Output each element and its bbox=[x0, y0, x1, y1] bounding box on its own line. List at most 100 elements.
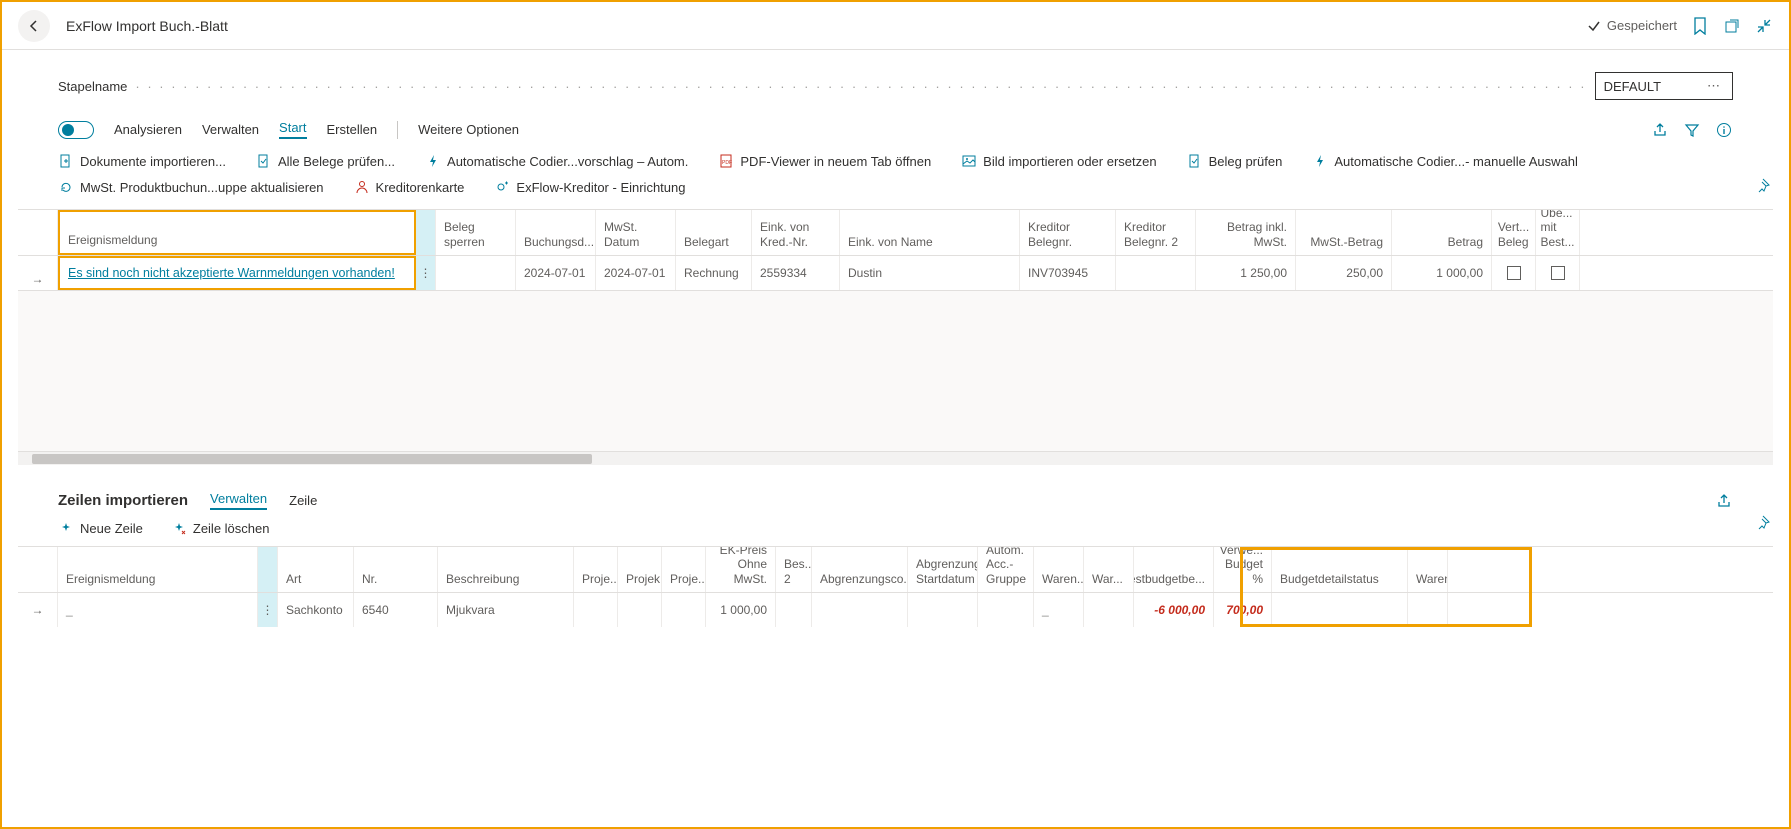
batch-value: DEFAULT bbox=[1604, 79, 1662, 94]
action-check-all[interactable]: Alle Belege prüfen... bbox=[256, 153, 395, 169]
row2-indicator-icon: → bbox=[32, 603, 44, 617]
col2-ek-preis[interactable]: EK-Preis Ohne MwSt. bbox=[706, 547, 776, 592]
col-beleg-sperren[interactable]: Beleg sperren bbox=[436, 210, 516, 255]
col-kreditor-belegnr[interactable]: Kreditor Belegnr. bbox=[1020, 210, 1116, 255]
svg-text:PDF: PDF bbox=[722, 160, 732, 166]
col-vert-beleg[interactable]: Vert... Beleg bbox=[1492, 210, 1536, 255]
cell-betrag-mwst[interactable]: 1 250,00 bbox=[1196, 256, 1296, 290]
pin-icon[interactable] bbox=[1757, 177, 1773, 193]
col2-autom-acc[interactable]: Autom. Acc.-Gruppe bbox=[978, 547, 1034, 592]
cell2-besch[interactable]: Mjukvara bbox=[438, 593, 574, 627]
cell2-restbudget: -6 000,00 bbox=[1154, 603, 1205, 617]
tab-create[interactable]: Erstellen bbox=[327, 122, 378, 137]
info-icon[interactable] bbox=[1715, 121, 1733, 139]
collapse-icon[interactable] bbox=[1755, 17, 1773, 35]
cell-belegart[interactable]: Rechnung bbox=[676, 256, 752, 290]
col-buchungsdatum[interactable]: Buchungsd... bbox=[516, 210, 596, 255]
event-warning-link[interactable]: Es sind noch nicht akzeptierte Warnmeldu… bbox=[68, 266, 395, 280]
tab-manage[interactable]: Verwalten bbox=[202, 122, 259, 137]
col2-projekt2[interactable]: Projek... bbox=[618, 547, 662, 592]
col2-waren3[interactable]: Waren... bbox=[1408, 547, 1448, 592]
col2-art[interactable]: Art bbox=[278, 547, 354, 592]
tab-start[interactable]: Start bbox=[279, 120, 306, 139]
col2-beschreibung[interactable]: Beschreibung bbox=[438, 547, 574, 592]
col2-waren2[interactable]: War... bbox=[1084, 547, 1134, 592]
col-betrag-inkl-mwst[interactable]: Betrag inkl. MwSt. bbox=[1196, 210, 1296, 255]
analyze-toggle[interactable] bbox=[58, 121, 94, 139]
section2-tab-manage[interactable]: Verwalten bbox=[210, 491, 267, 510]
col2-waren1[interactable]: Waren... bbox=[1034, 547, 1084, 592]
col2-abgrenzungscode[interactable]: Abgrenzungsco... bbox=[812, 547, 908, 592]
table2-row[interactable]: → _ ⋮ Sachkonto 6540 Mjukvara 1 000,00 _… bbox=[18, 593, 1773, 627]
col2-restbudget[interactable]: Restbudgetbe... bbox=[1134, 547, 1214, 592]
cell2-war1[interactable]: _ bbox=[1034, 593, 1084, 627]
batch-name-input[interactable]: DEFAULT ⋯ bbox=[1595, 72, 1733, 100]
action-import-documents[interactable]: Dokumente importieren... bbox=[58, 153, 226, 169]
action-auto-coding-manual[interactable]: Automatische Codier...- manuelle Auswahl bbox=[1312, 153, 1578, 169]
col2-projekt3[interactable]: Proje... bbox=[662, 547, 706, 592]
action-pdf-viewer[interactable]: PDF PDF-Viewer in neuem Tab öffnen bbox=[718, 153, 931, 169]
lightning-icon bbox=[425, 153, 441, 169]
col2-bes2[interactable]: Bes... 2 bbox=[776, 547, 812, 592]
action-vat-group[interactable]: MwSt. Produktbuchun...uppe aktualisieren bbox=[58, 179, 324, 195]
cell-kred-beleg[interactable]: INV703945 bbox=[1020, 256, 1116, 290]
action-check-document[interactable]: Beleg prüfen bbox=[1187, 153, 1283, 169]
col-eink-kred-nr[interactable]: Eink. von Kred.-Nr. bbox=[752, 210, 840, 255]
image-icon bbox=[961, 153, 977, 169]
person-icon bbox=[354, 179, 370, 195]
col-belegart[interactable]: Belegart bbox=[676, 210, 752, 255]
popout-icon[interactable] bbox=[1723, 17, 1741, 35]
action-exflow-vendor-setup[interactable]: ExFlow-Kreditor - Einrichtung bbox=[494, 179, 685, 195]
cell-betrag[interactable]: 1 000,00 bbox=[1392, 256, 1492, 290]
col2-nr[interactable]: Nr. bbox=[354, 547, 438, 592]
saved-indicator: Gespeichert bbox=[1587, 18, 1677, 33]
col2-projekt1[interactable]: Proje... bbox=[574, 547, 618, 592]
col-mwst-datum[interactable]: MwSt. Datum bbox=[596, 210, 676, 255]
cell2-art[interactable]: Sachkonto bbox=[278, 593, 354, 627]
batch-label: Stapelname bbox=[58, 79, 127, 94]
checkmark-icon bbox=[1587, 19, 1601, 33]
share-icon[interactable] bbox=[1651, 121, 1669, 139]
share-section-icon[interactable] bbox=[1715, 492, 1733, 510]
col-uebe-best[interactable]: Übe... mit Best... bbox=[1536, 210, 1580, 255]
row2-more-button[interactable]: ⋮ bbox=[258, 593, 278, 627]
back-button[interactable] bbox=[18, 10, 50, 42]
horizontal-scrollbar[interactable] bbox=[18, 451, 1773, 465]
uebe-best-checkbox[interactable] bbox=[1551, 266, 1565, 280]
bookmark-icon[interactable] bbox=[1691, 17, 1709, 35]
tab-more-options[interactable]: Weitere Optionen bbox=[418, 122, 519, 137]
col2-event[interactable]: Ereignismeldung bbox=[58, 547, 258, 592]
cell-buchungsdatum[interactable]: 2024-07-01 bbox=[516, 256, 596, 290]
col-mwst-betrag[interactable]: MwSt.-Betrag bbox=[1296, 210, 1392, 255]
section2-tab-line[interactable]: Zeile bbox=[289, 493, 317, 508]
action-delete-line[interactable]: Zeile löschen bbox=[171, 520, 270, 536]
action-auto-coding-suggestion[interactable]: Automatische Codier...vorschlag – Autom. bbox=[425, 153, 688, 169]
pin-section-icon[interactable] bbox=[1757, 514, 1773, 530]
page-title: ExFlow Import Buch.-Blatt bbox=[66, 18, 228, 34]
cell2-event[interactable]: _ bbox=[58, 593, 258, 627]
filter-icon[interactable] bbox=[1683, 121, 1701, 139]
col2-abgrenzung-start[interactable]: Abgrenzung Startdatum bbox=[908, 547, 978, 592]
scroll-thumb[interactable] bbox=[32, 454, 592, 464]
col-eink-name[interactable]: Eink. von Name bbox=[840, 210, 1020, 255]
row-more-button[interactable]: ⋮ bbox=[416, 256, 436, 290]
col-event[interactable]: Ereignismeldung bbox=[58, 210, 416, 255]
lightning-manual-icon bbox=[1312, 153, 1328, 169]
vert-beleg-checkbox[interactable] bbox=[1507, 266, 1521, 280]
table-row[interactable]: → Es sind noch nicht akzeptierte Warnmel… bbox=[18, 256, 1773, 290]
cell-mwst-datum[interactable]: 2024-07-01 bbox=[596, 256, 676, 290]
action-import-image[interactable]: Bild importieren oder ersetzen bbox=[961, 153, 1156, 169]
action-new-line[interactable]: Neue Zeile bbox=[58, 520, 143, 536]
cell-eink-name[interactable]: Dustin bbox=[840, 256, 1020, 290]
col-betrag[interactable]: Betrag bbox=[1392, 210, 1492, 255]
cell-mwst-betrag[interactable]: 250,00 bbox=[1296, 256, 1392, 290]
action-vendor-card[interactable]: Kreditorenkarte bbox=[354, 179, 465, 195]
col2-verw-budget[interactable]: Verwe... Budget % bbox=[1214, 547, 1272, 592]
col2-budgetstatus[interactable]: Budgetdetailstatus bbox=[1272, 547, 1408, 592]
batch-lookup-icon[interactable]: ⋯ bbox=[1703, 78, 1724, 94]
cell2-ek[interactable]: 1 000,00 bbox=[706, 593, 776, 627]
tab-analyze[interactable]: Analysieren bbox=[114, 122, 182, 137]
col-kreditor-belegnr2[interactable]: Kreditor Belegnr. 2 bbox=[1116, 210, 1196, 255]
cell-eink-nr[interactable]: 2559334 bbox=[752, 256, 840, 290]
cell2-nr[interactable]: 6540 bbox=[354, 593, 438, 627]
